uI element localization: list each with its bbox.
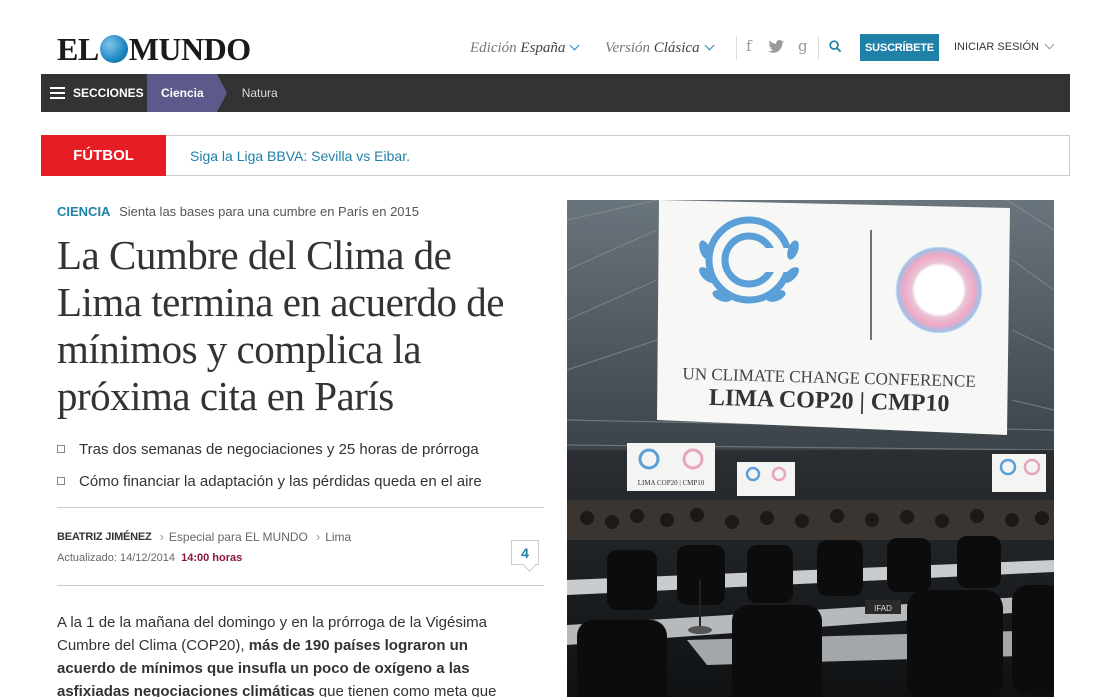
kicker-text: Sienta las bases para una cumbre en Parí…: [119, 204, 419, 219]
summary-item: Tras dos semanas de negociaciones y 25 h…: [57, 433, 537, 465]
section-nav: SECCIONES Ciencia Natura: [41, 74, 1070, 112]
bullet-square-icon: [57, 445, 65, 453]
byline-role: Especial para EL MUNDO: [168, 529, 308, 544]
chevron-down-icon: [704, 40, 715, 51]
edition-label: Edición: [470, 40, 517, 56]
divider: [736, 36, 737, 60]
facebook-icon[interactable]: f: [746, 37, 752, 55]
comment-count-button[interactable]: 4: [511, 540, 539, 565]
body-text: que tienen como meta que: [314, 683, 497, 697]
section-link[interactable]: CIENCIA: [57, 204, 110, 219]
updated-time: 14:00 horas: [181, 552, 243, 564]
subscribe-button[interactable]: SUSCRÍBETE: [860, 34, 939, 61]
globe-icon: [99, 34, 128, 63]
byline: BEATRIZ JIMÉNEZ › Especial para EL MUNDO…: [57, 529, 351, 544]
article-kicker: CIENCIA Sienta las bases para una cumbre…: [57, 204, 419, 219]
small-screen-text: LIMA COP20 | CMP10: [638, 479, 705, 487]
bullet-square-icon: [57, 477, 65, 485]
hamburger-icon: [50, 87, 65, 99]
breadcrumb-ciencia[interactable]: Ciencia: [147, 74, 227, 112]
login-label: INICIAR SESIÓN: [954, 41, 1039, 53]
logo[interactable]: EL MUNDO: [57, 31, 251, 68]
divider: [57, 585, 544, 586]
sections-label: SECCIONES: [73, 86, 144, 100]
byline-place: Lima: [325, 529, 352, 544]
edition-value: España: [520, 40, 566, 56]
conference-hall-image: UN CLIMATE CHANGE CONFERENCE LIMA COP20 …: [567, 200, 1054, 697]
desk-sign-text: IFAD: [874, 604, 892, 613]
divider: [818, 36, 819, 60]
chevron-right-icon: ›: [315, 529, 321, 544]
login-button[interactable]: INICIAR SESIÓN: [954, 39, 1055, 53]
top-header: EL MUNDO Edición España Versión Clásica …: [0, 0, 1109, 74]
divider: [57, 507, 544, 508]
summary-text: Cómo financiar la adaptación y las pérdi…: [79, 472, 482, 490]
version-selector[interactable]: Versión Clásica: [605, 40, 715, 57]
chevron-right-icon: ›: [159, 529, 164, 544]
author-link[interactable]: BEATRIZ JIMÉNEZ: [57, 531, 152, 543]
search-icon[interactable]: [829, 40, 842, 53]
article-body: A la 1 de la mañana del domingo y en la …: [57, 611, 517, 697]
article-photo[interactable]: UN CLIMATE CHANGE CONFERENCE LIMA COP20 …: [567, 200, 1054, 697]
version-value: Clásica: [653, 40, 700, 56]
twitter-icon[interactable]: [768, 40, 785, 54]
sections-menu-button[interactable]: SECCIONES: [41, 74, 147, 112]
news-ticker: FÚTBOL Siga la Liga BBVA: Sevilla vs Eib…: [41, 135, 1070, 176]
version-label: Versión: [605, 40, 650, 56]
edition-selector[interactable]: Edición España: [470, 40, 580, 57]
logo-text-right: MUNDO: [128, 31, 251, 67]
article-summary: Tras dos semanas de negociaciones y 25 h…: [57, 433, 537, 497]
chevron-down-icon: [569, 40, 580, 51]
logo-text-left: EL: [57, 31, 99, 67]
ticker-link[interactable]: Siga la Liga BBVA: Sevilla vs Eibar.: [190, 148, 410, 164]
breadcrumb-natura[interactable]: Natura: [242, 86, 278, 100]
google-plus-icon[interactable]: g: [798, 37, 808, 55]
summary-text: Tras dos semanas de negociaciones y 25 h…: [79, 440, 479, 458]
ticker-tag[interactable]: FÚTBOL: [41, 135, 166, 176]
update-timestamp: Actualizado: 14/12/2014 14:00 horas: [57, 552, 242, 564]
updated-date: Actualizado: 14/12/2014: [57, 552, 176, 564]
article-headline: La Cumbre del Clima de Lima termina en a…: [57, 232, 504, 419]
chevron-down-icon: [1044, 39, 1055, 49]
summary-item: Cómo financiar la adaptación y las pérdi…: [57, 465, 537, 497]
